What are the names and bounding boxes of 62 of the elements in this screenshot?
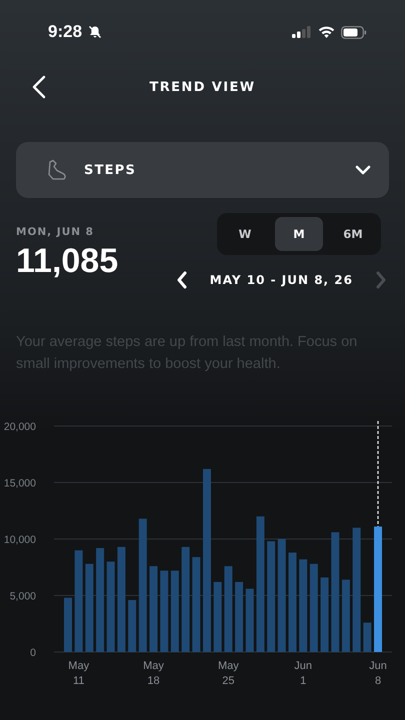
battery-icon xyxy=(341,26,367,38)
metric-dropdown[interactable]: STEPS xyxy=(16,142,389,198)
bar[interactable] xyxy=(138,518,147,652)
bar[interactable] xyxy=(192,557,200,652)
x-axis-label: 25 xyxy=(222,675,234,687)
bar[interactable] xyxy=(117,546,126,652)
y-axis-label: 15,000 xyxy=(4,478,36,490)
x-axis-label: 1 xyxy=(300,675,306,687)
bar[interactable] xyxy=(160,570,168,652)
bar[interactable] xyxy=(74,550,83,652)
bar[interactable] xyxy=(202,468,211,652)
back-icon[interactable] xyxy=(32,75,46,99)
step-count: 11,085 xyxy=(16,242,118,281)
bar[interactable] xyxy=(235,582,244,652)
x-axis-label: May xyxy=(143,660,164,672)
bar[interactable] xyxy=(85,564,94,652)
bar[interactable] xyxy=(150,566,158,652)
bar[interactable] xyxy=(182,546,190,652)
y-axis-label: 5,000 xyxy=(10,590,36,602)
selected-date: MON, JUN 8 xyxy=(16,226,95,238)
y-axis-label: 10,000 xyxy=(4,534,36,546)
x-axis-label: May xyxy=(68,660,90,672)
wifi-icon xyxy=(318,26,335,38)
bar[interactable] xyxy=(342,580,350,652)
bar[interactable] xyxy=(288,552,296,652)
date-range: MAY 10 - JUN 8, 26 xyxy=(210,273,353,287)
bar[interactable] xyxy=(214,582,222,652)
bar[interactable] xyxy=(267,541,276,652)
bar[interactable] xyxy=(363,622,372,652)
period-tab[interactable]: W xyxy=(221,217,269,251)
signal-icon xyxy=(292,26,312,38)
bar[interactable] xyxy=(106,562,115,652)
muted-bell-icon xyxy=(88,25,102,39)
period-tab[interactable]: M xyxy=(275,217,323,251)
bar[interactable] xyxy=(299,559,308,652)
x-axis-label: Jun xyxy=(294,660,312,672)
bar[interactable] xyxy=(320,577,329,652)
x-axis-label: Jun xyxy=(369,660,387,672)
bar[interactable] xyxy=(352,528,361,652)
y-axis-label: 20,000 xyxy=(4,421,36,433)
bar[interactable] xyxy=(246,588,254,652)
bar[interactable] xyxy=(331,532,340,652)
bar[interactable] xyxy=(310,564,318,652)
previous-icon[interactable] xyxy=(176,271,188,289)
x-axis-label: 11 xyxy=(72,675,84,687)
bar[interactable] xyxy=(170,570,179,652)
bar[interactable] xyxy=(64,598,72,652)
screen-title: TREND VIEW xyxy=(149,80,256,94)
bar[interactable] xyxy=(278,539,286,652)
x-axis-label: 8 xyxy=(374,675,382,687)
bar[interactable] xyxy=(96,548,104,652)
bar[interactable] xyxy=(374,526,382,652)
chevron-down-icon xyxy=(355,165,371,175)
bar[interactable] xyxy=(256,516,264,652)
x-axis-label: May xyxy=(218,660,239,672)
bar[interactable] xyxy=(224,566,232,652)
shoe-icon xyxy=(46,159,68,181)
bar[interactable] xyxy=(128,600,136,652)
period-tab[interactable]: 6M xyxy=(329,217,377,251)
x-axis-label: 18 xyxy=(147,675,160,687)
status-time: 9:28 xyxy=(48,22,82,42)
y-axis-label: 0 xyxy=(30,647,36,659)
